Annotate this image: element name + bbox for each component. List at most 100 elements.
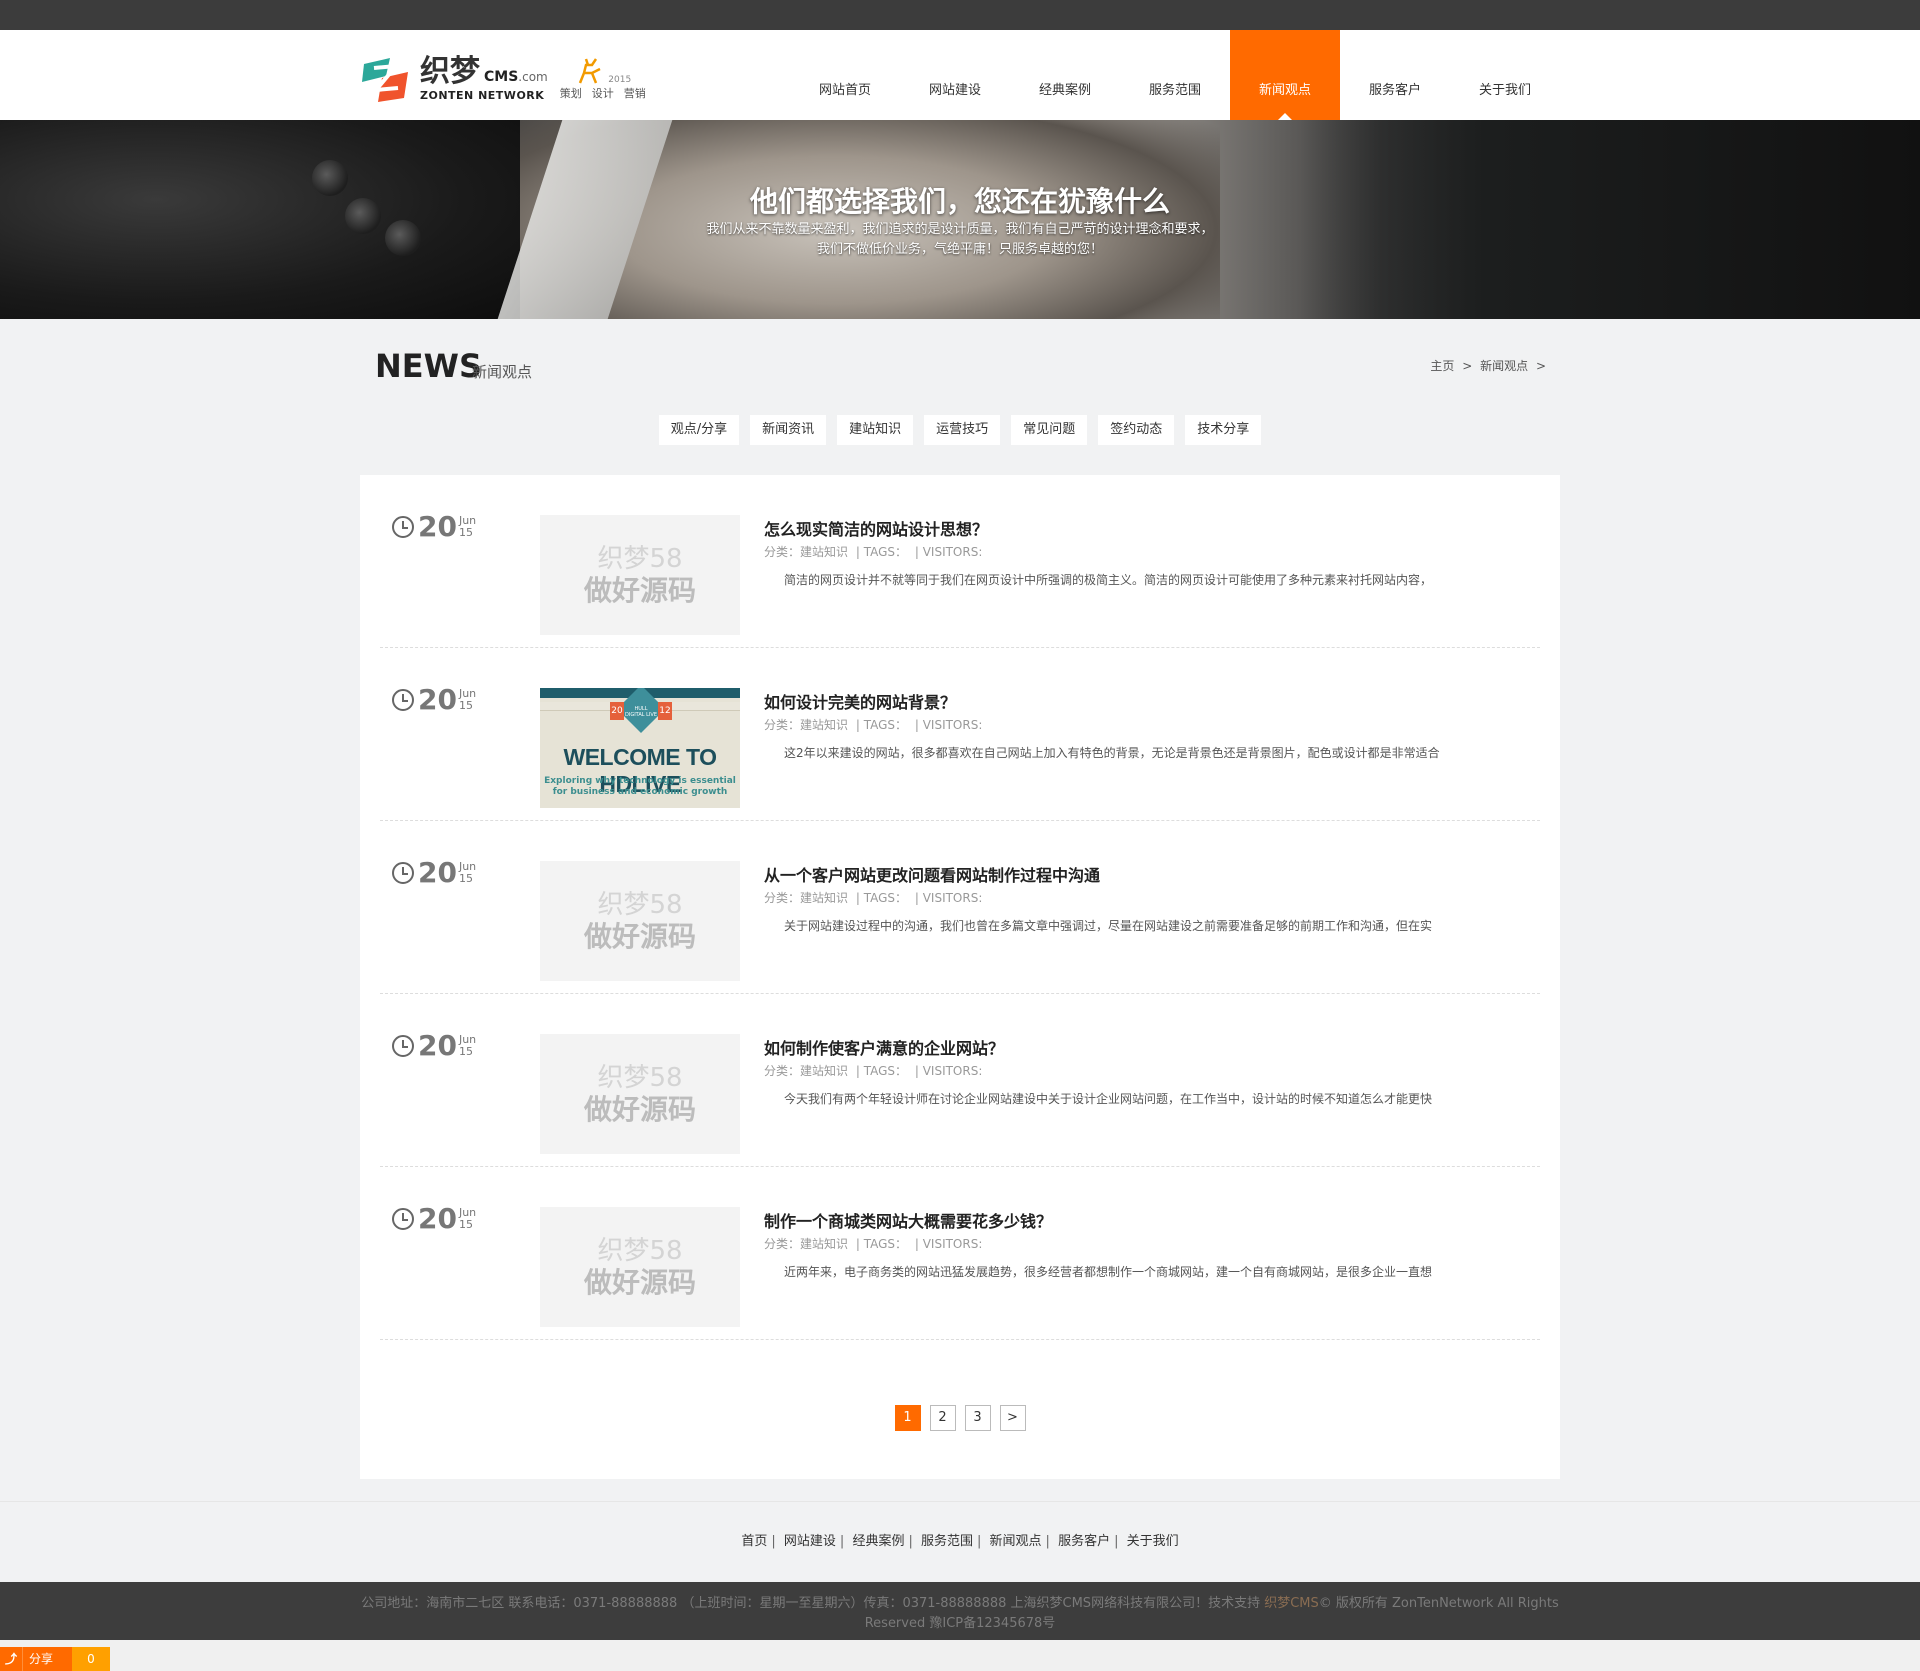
logo-en: ZONTEN NETWORK [420, 88, 545, 102]
article-summary: 简洁的网页设计并不就等同于我们在网页设计中所强调的极简主义。简洁的网页设计可能使… [784, 573, 1433, 587]
nav-item-cases[interactable]: 经典案例 [1010, 30, 1120, 120]
nav-item-news[interactable]: 新闻观点 [1230, 30, 1340, 120]
hero-banner: 他们都选择我们，您还在犹豫什么 我们从来不靠数量来盈利，我们追求的是设计质量，我… [0, 120, 1920, 319]
date-year: 15 [458, 1218, 473, 1231]
logo-tag-3: 营销 [623, 87, 646, 100]
category-opinion[interactable]: 观点/分享 [658, 415, 740, 445]
breadcrumb-home[interactable]: 主页 [1430, 359, 1454, 373]
category-news[interactable]: 新闻资讯 [750, 415, 827, 445]
footer-tech-link[interactable]: 织梦CMS [1264, 1596, 1319, 1611]
list-item: 20 Jun 15 20 12 HULL DIGITAL LIVE WELCOME… [380, 648, 1540, 821]
article-meta: 分类：建站知识 | TAGS： | VISITORS: [764, 1062, 986, 1079]
article-title[interactable]: 从一个客户网站更改问题看网站制作过程中沟通 [764, 862, 1100, 886]
article-visitors: | VISITORS: [914, 1237, 983, 1251]
banner-title: 他们都选择我们，您还在犹豫什么 [749, 185, 1170, 218]
page-3-button[interactable]: 3 [964, 1405, 991, 1431]
logo-tagline: 2015 策划 设计 营销 [560, 57, 646, 101]
thumb-placeholder-line1: 织梦58 [597, 890, 683, 920]
footer-link-news[interactable]: 新闻观点 [990, 1534, 1042, 1549]
page-1-button[interactable]: 1 [894, 1405, 921, 1431]
page-2-button[interactable]: 2 [929, 1405, 956, 1431]
thumb-placeholder-line2: 做好源码 [583, 574, 696, 607]
footer-link-home[interactable]: 首页 [741, 1534, 767, 1549]
deer-icon [579, 58, 601, 84]
category-faq[interactable]: 常见问题 [1011, 415, 1088, 445]
date-year: 15 [458, 872, 473, 885]
nav-item-about[interactable]: 关于我们 [1450, 30, 1560, 120]
article-category: 分类：建站知识 [764, 545, 849, 559]
banner-subtitle: 我们从来不靠数量来盈利，我们追求的是设计质量，我们有自己严苛的设计理念和要求， … [0, 220, 1920, 260]
share-label[interactable]: 分享 [22, 1647, 72, 1671]
next-page-button[interactable]: > [999, 1405, 1026, 1431]
footer-info: 公司地址：海南市二七区 联系电话：0371-88888888 （上班时间：星期一… [361, 1596, 1265, 1611]
category-tech[interactable]: 技术分享 [1185, 415, 1262, 445]
article-title[interactable]: 怎么现实简洁的网站设计思想？ [764, 516, 988, 540]
footer-link-clients[interactable]: 服务客户 [1058, 1534, 1110, 1549]
breadcrumb-sep: > [1535, 359, 1546, 373]
date-year: 15 [458, 526, 473, 539]
article-thumbnail[interactable]: 20 12 HULL DIGITAL LIVE WELCOME TO HDLIV… [540, 688, 740, 808]
main-nav: 网站首页 网站建设 经典案例 服务范围 新闻观点 服务客户 关于我们 [790, 30, 1560, 120]
thumb-placeholder-line1: 织梦58 [597, 544, 683, 574]
nav-item-clients[interactable]: 服务客户 [1340, 30, 1450, 120]
clock-icon [392, 862, 414, 884]
nav-item-home[interactable]: 网站首页 [790, 30, 900, 120]
article-title[interactable]: 如何制作使客户满意的企业网站？ [764, 1035, 1004, 1059]
date-day: 20 [418, 683, 457, 716]
share-widget[interactable]: ⤴ 分享 0 [0, 1647, 110, 1671]
article-category: 分类：建站知识 [764, 891, 849, 905]
article-title[interactable]: 如何设计完美的网站背景？ [764, 689, 956, 713]
page-title-cn: 新闻观点 [472, 363, 533, 381]
clock-icon [392, 516, 414, 538]
footer-rights: © 版权所有 ZonTenNetwork All Rights [1318, 1596, 1559, 1611]
footer-link-services[interactable]: 服务范围 [921, 1534, 973, 1549]
hdlive-hex-label: HULL DIGITAL LIVE [625, 706, 657, 718]
date-day: 20 [418, 856, 457, 889]
share-icon[interactable]: ⤴ [0, 1647, 22, 1671]
article-visitors: | VISITORS: [914, 545, 983, 559]
footer-link-website-build[interactable]: 网站建设 [784, 1534, 836, 1549]
pagination: 1 2 3 > [360, 1405, 1560, 1431]
article-date: 20 Jun 15 [392, 1205, 476, 1233]
article-meta: 分类：建站知识 | TAGS： | VISITORS: [764, 543, 986, 560]
article-summary: 近两年来，电子商务类的网站迅猛发展趋势，很多经营者都想制作一个商城网站，建一个自… [784, 1265, 1433, 1279]
article-tags: | TAGS： [855, 1064, 908, 1078]
category-contracts[interactable]: 签约动态 [1098, 415, 1175, 445]
article-visitors: | VISITORS: [914, 891, 983, 905]
article-thumbnail[interactable]: 织梦58 做好源码 [540, 1207, 740, 1327]
article-title[interactable]: 制作一个商城类网站大概需要花多少钱？ [764, 1208, 1052, 1232]
thumb-placeholder-line1: 织梦58 [597, 1063, 683, 1093]
footer-links: 首页 | 网站建设 | 经典案例 | 服务范围 | 新闻观点 | 服务客户 | 关于我们 [0, 1501, 1920, 1582]
footer-link-about[interactable]: 关于我们 [1127, 1534, 1179, 1549]
article-date: 20 Jun 15 [392, 686, 476, 714]
article-category: 分类：建站知识 [764, 1237, 849, 1251]
footer-link-cases[interactable]: 经典案例 [852, 1534, 904, 1549]
article-list: 20 Jun 15 织梦58 做好源码 怎么现实简洁的网站设计思想？ 分类：建站知识… [360, 475, 1560, 1479]
article-meta: 分类：建站知识 | TAGS： | VISITORS: [764, 1235, 986, 1252]
article-tags: | TAGS： [855, 718, 908, 732]
article-thumbnail[interactable]: 织梦58 做好源码 [540, 1034, 740, 1154]
article-summary: 这2年以来建设的网站，很多都喜欢在自己网站上加入有特色的背景，无论是背景色还是背… [784, 746, 1440, 760]
article-thumbnail[interactable]: 织梦58 做好源码 [540, 515, 740, 635]
article-summary: 关于网站建设过程中的沟通，我们也曾在多篇文章中强调过，尽量在网站建设之前需要准备… [784, 919, 1433, 933]
article-date: 20 Jun 15 [392, 513, 476, 541]
article-thumbnail[interactable]: 织梦58 做好源码 [540, 861, 740, 981]
category-site-knowledge[interactable]: 建站知识 [837, 415, 914, 445]
date-day: 20 [418, 510, 457, 543]
category-operations[interactable]: 运营技巧 [924, 415, 1001, 445]
site-logo[interactable]: 织梦 CMS.com ZONTEN NETWORK 2015 策划 设计 营销 [360, 54, 646, 104]
banner-subtitle-line1: 我们从来不靠数量来盈利，我们追求的是设计质量，我们有自己严苛的设计理念和要求， [706, 222, 1214, 237]
breadcrumb-news[interactable]: 新闻观点 [1480, 359, 1528, 373]
list-item: 20 Jun 15 织梦58 做好源码 如何制作使客户满意的企业网站？ 分类：建站知… [380, 994, 1540, 1167]
top-bar [0, 0, 1920, 30]
logo-tag-1: 策划 [559, 87, 582, 100]
logo-com: .com [518, 69, 548, 84]
site-header: 织梦CMS.com ZONTEN NETWORK 2015 策划 设计 营销 [0, 30, 1920, 120]
nav-item-services[interactable]: 服务范围 [1120, 30, 1230, 120]
nav-item-website-build[interactable]: 网站建设 [900, 30, 1010, 120]
article-category: 分类：建站知识 [764, 718, 849, 732]
banner-subtitle-line2: 我们不做低价业务，气绝平庸！只服务卓越的您！ [816, 242, 1103, 257]
date-year: 15 [458, 699, 473, 712]
article-summary: 今天我们有两个年轻设计师在讨论企业网站建设中关于设计企业网站问题，在工作当中，设… [784, 1092, 1433, 1106]
article-visitors: | VISITORS: [914, 718, 983, 732]
